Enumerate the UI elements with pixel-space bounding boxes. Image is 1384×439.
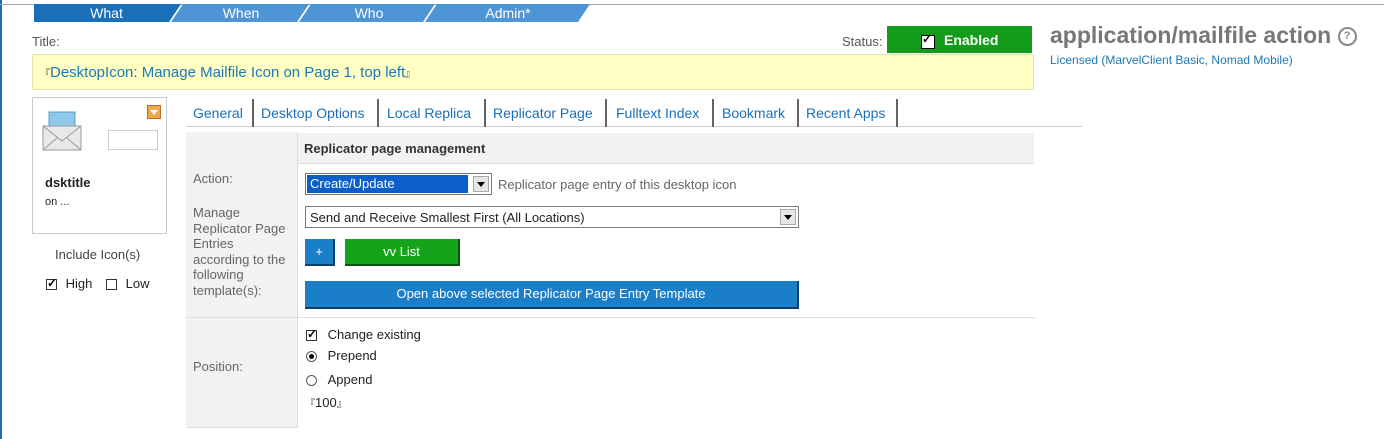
position-label: Position:: [193, 359, 243, 374]
tab-recent-apps[interactable]: Recent Apps: [806, 101, 885, 125]
license-info: Licensed (MarvelClient Basic, Nomad Mobi…: [1050, 53, 1293, 67]
prepend-option[interactable]: Prepend: [306, 348, 377, 363]
icon-subtitle: on ...: [45, 196, 70, 208]
title-label: Title:: [32, 34, 60, 49]
status-label: Status:: [842, 34, 883, 49]
action-select-value: Create/Update: [307, 175, 468, 193]
prepend-label: Prepend: [327, 348, 377, 363]
tab-separator: [252, 99, 254, 127]
change-existing-option[interactable]: Change existing: [306, 327, 421, 342]
list-templates-button[interactable]: vv List: [345, 239, 460, 266]
add-template-button[interactable]: +: [305, 239, 335, 266]
high-label: High: [65, 276, 93, 291]
status-enabled-toggle[interactable]: Enabled: [887, 26, 1032, 53]
title-text: DesktopIcon: Manage Mailfile Icon on Pag…: [50, 64, 406, 81]
step-tab-who[interactable]: Who: [307, 4, 431, 22]
step-tab-when[interactable]: When: [179, 4, 303, 22]
low-label: Low: [125, 276, 150, 291]
append-option[interactable]: Append: [306, 372, 372, 387]
tab-separator: [712, 99, 714, 127]
icon-badge-box: [108, 130, 158, 150]
include-low[interactable]: Low: [106, 276, 149, 291]
change-existing-label: Change existing: [327, 327, 421, 342]
tab-separator: [896, 99, 898, 127]
template-select[interactable]: Send and Receive Smallest First (All Loc…: [305, 206, 799, 228]
template-select-value: Send and Receive Smallest First (All Loc…: [310, 210, 585, 225]
action-select[interactable]: Create/Update: [305, 173, 492, 195]
tab-fulltext-index[interactable]: Fulltext Index: [616, 101, 699, 125]
append-label: Append: [327, 372, 373, 387]
tab-replicator-page[interactable]: Replicator Page: [493, 101, 593, 125]
high-checkbox[interactable]: [46, 276, 57, 291]
chevron-down-icon: [780, 209, 796, 225]
tab-separator: [377, 99, 379, 127]
position-value: 100: [315, 395, 337, 410]
section-divider: [186, 317, 1035, 318]
change-existing-checkbox[interactable]: [306, 327, 317, 342]
tab-bookmark[interactable]: Bookmark: [722, 101, 785, 125]
tabs-baseline: [186, 126, 1082, 127]
icon-preview-card: dsktitle on ...: [32, 97, 167, 234]
position-value-field[interactable]: 『100』: [305, 395, 347, 410]
status-value: Enabled: [944, 32, 999, 48]
open-template-button[interactable]: Open above selected Replicator Page Entr…: [305, 281, 799, 309]
icon-menu-button[interactable]: [147, 105, 161, 119]
app-title: application/mailfile action ?: [1050, 22, 1357, 49]
field-end-marker: 』: [405, 69, 416, 80]
window-frame-left: [0, 0, 2, 439]
include-icons-label: Include Icon(s): [55, 247, 141, 262]
action-hint: Replicator page entry of this desktop ic…: [498, 177, 737, 192]
section-header: Replicator page management: [298, 133, 1034, 164]
field-end-marker: 』: [336, 399, 347, 410]
tab-desktop-options[interactable]: Desktop Options: [261, 101, 365, 125]
tab-separator: [484, 99, 486, 127]
chevron-down-icon: [150, 110, 158, 115]
action-label: Action:: [193, 171, 233, 186]
title-value[interactable]: 『DesktopIcon: Manage Mailfile Icon on Pa…: [40, 64, 415, 81]
icon-title: dsktitle: [45, 175, 91, 190]
step-tab-what[interactable]: What: [34, 4, 179, 22]
help-icon[interactable]: ?: [1337, 27, 1357, 46]
section-title: Replicator page management: [304, 141, 486, 156]
append-radio[interactable]: [306, 375, 317, 387]
status-checkbox[interactable]: [921, 32, 935, 50]
prepend-radio[interactable]: [306, 351, 317, 363]
tab-separator: [797, 99, 799, 127]
field-start-marker: 『: [40, 69, 50, 80]
tab-local-replica[interactable]: Local Replica: [387, 101, 471, 125]
step-tab-admin[interactable]: Admin*: [433, 4, 583, 22]
chevron-down-icon: [473, 176, 489, 192]
tab-separator: [605, 99, 607, 127]
manage-entries-label: Manage Replicator Page Entries according…: [193, 205, 286, 298]
tab-general[interactable]: General: [193, 101, 243, 125]
include-high[interactable]: High: [46, 276, 92, 291]
low-checkbox[interactable]: [106, 279, 117, 291]
field-start-marker: 『: [305, 399, 315, 410]
mail-envelope-icon: [42, 111, 82, 151]
step-navigation: What When Who Admin*: [34, 4, 594, 22]
app-title-text: application/mailfile action: [1050, 22, 1332, 48]
